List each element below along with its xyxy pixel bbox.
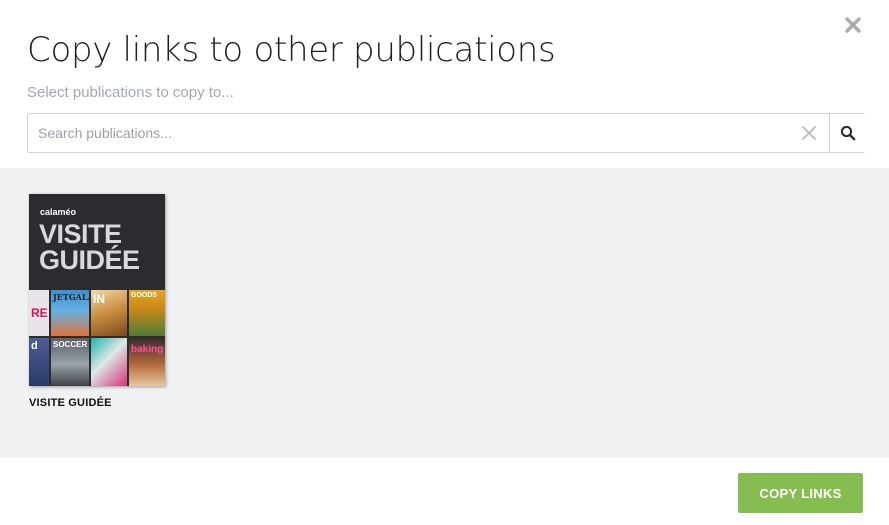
dialog-subtitle: Select publications to copy to... [27,84,234,101]
publication-title: VISITE GUIDÉE [29,397,112,409]
cover-thumbnail: baking [129,338,165,386]
clear-icon[interactable] [798,122,820,144]
copy-links-button[interactable]: COPY LINKS [738,473,863,513]
cover-thumbnail: IN [91,290,127,336]
publications-list: calaméo VISITE GUIDÉE RE JETGALA IN GOOD… [0,168,889,458]
close-icon[interactable] [842,14,864,36]
publication-card[interactable]: calaméo VISITE GUIDÉE RE JETGALA IN GOOD… [29,194,166,409]
cover-thumbnail: RE [29,290,49,336]
cover-thumbnail: JETGALA [51,290,89,336]
search-input[interactable] [28,114,788,152]
copy-links-dialog: Copy links to other publications Select … [0,0,889,525]
cover-thumbnail [91,338,127,386]
cover-thumbnail: GOODS [129,290,165,336]
cover-thumbnail: d [29,338,49,386]
dialog-title: Copy links to other publications [27,30,556,70]
cover-thumbnail: SOCCER [51,338,89,386]
cover-headline-line2: GUIDÉE [39,245,140,275]
search-box [27,113,865,153]
search-button[interactable] [829,114,865,152]
publication-cover: calaméo VISITE GUIDÉE RE JETGALA IN GOOD… [29,194,165,386]
cover-headline-line1: VISITE [39,219,122,249]
search-icon [840,125,856,141]
cover-brand: calaméo [40,207,77,217]
